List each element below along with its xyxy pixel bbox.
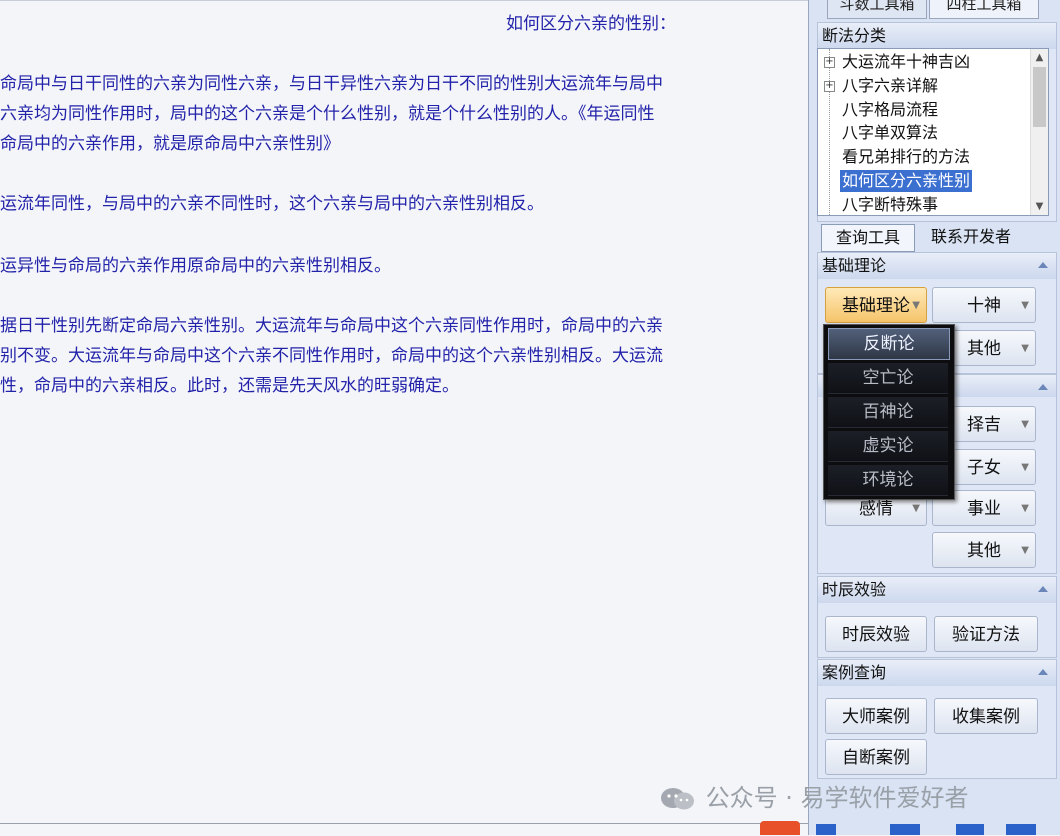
button-label: 其他 — [967, 541, 1001, 561]
button-label: 验证方法 — [952, 625, 1020, 645]
menu-item-kongwang[interactable]: 空亡论 — [828, 363, 948, 394]
dropdown-arrow-icon: ▼ — [1021, 419, 1029, 430]
button-label: 基础理论 — [842, 296, 910, 316]
jichu-header[interactable]: 基础理论 — [818, 253, 1056, 279]
tree-item-label: 八字单双算法 — [842, 123, 939, 142]
dropdown-arrow-icon: ▼ — [1021, 343, 1029, 354]
dropdown-arrow-icon: ▼ — [1021, 503, 1029, 514]
wechat-logo-icon — [658, 786, 698, 812]
jichu-theory-button[interactable]: 基础理论 ▼ — [825, 287, 927, 323]
dropdown-arrow-icon: ▼ — [1021, 300, 1029, 311]
expand-plus-icon[interactable]: + — [824, 57, 835, 68]
scroll-down-icon[interactable]: ▼ — [1031, 198, 1048, 215]
dropdown-arrow-icon: ▼ — [1021, 462, 1029, 473]
tree-item-label: 八字六亲详解 — [842, 76, 939, 95]
logo-blue-mark — [956, 824, 984, 835]
menu-item-huanjing[interactable]: 环境论 — [828, 465, 948, 496]
scroll-up-icon[interactable]: ▲ — [1031, 49, 1048, 66]
tree-item-label: 八字断特殊事 — [842, 195, 939, 214]
logo-blue-mark — [816, 824, 836, 835]
tree-item[interactable]: + 八字六亲详解 — [818, 75, 1028, 97]
tree-item-label: 如何区分六亲性别 — [840, 170, 973, 192]
yanzheng-method-button[interactable]: 验证方法 — [934, 616, 1038, 652]
content-line: 命局中的六亲作用，就是原命局中六亲性别》 — [0, 134, 340, 154]
scroll-thumb[interactable] — [1033, 67, 1046, 127]
self-cases-button[interactable]: 自断案例 — [825, 739, 927, 775]
tree-item[interactable]: 八字格局流程 — [818, 99, 1028, 121]
menu-item-xushi[interactable]: 虚实论 — [828, 431, 948, 462]
button-label: 自断案例 — [842, 748, 910, 768]
anli-header[interactable]: 案例查询 — [818, 660, 1056, 686]
content-line: 性，命局中的六亲相反。此时，还需是先天风水的旺弱确定。 — [0, 376, 459, 396]
tree-item-label: 大运流年十神吉凶 — [842, 52, 971, 71]
duanfa-header: 断法分类 — [818, 23, 1056, 49]
collapse-icon[interactable] — [1038, 262, 1048, 268]
duanfa-tree: + 大运流年十神吉凶 + 八字六亲详解 八字格局流程 八字单双算法 看兄弟排行的… — [817, 48, 1049, 216]
jichu-dropdown-menu: 反断论 空亡论 百神论 虚实论 环境论 — [823, 324, 955, 500]
watermark-text: 公众号 · 易学软件爱好者 — [705, 784, 969, 812]
content-line: 运流年同性，与局中的六亲不同性时，这个六亲与局中的六亲性别相反。 — [0, 194, 544, 214]
collapse-icon[interactable] — [1038, 586, 1048, 592]
button-label: 感情 — [859, 499, 893, 519]
tree-scrollbar[interactable]: ▲ ▼ — [1030, 49, 1048, 215]
collected-cases-button[interactable]: 收集案例 — [934, 698, 1038, 734]
content-title: 如何区分六亲的性别： — [506, 14, 676, 34]
button-label: 其他 — [967, 339, 1001, 359]
tree-item-label: 看兄弟排行的方法 — [842, 147, 971, 166]
button-label: 时辰效验 — [842, 625, 910, 645]
collapse-icon[interactable] — [1038, 384, 1048, 390]
logo-blue-mark — [890, 824, 920, 835]
button-label: 收集案例 — [952, 707, 1020, 727]
button-label: 择吉 — [967, 415, 1001, 435]
button-label: 事业 — [967, 499, 1001, 519]
shichen-header-label: 时辰效验 — [822, 580, 887, 599]
anli-header-label: 案例查询 — [822, 663, 887, 682]
content-line: 运异性与命局的六亲作用原命局中的六亲性别相反。 — [0, 256, 391, 276]
content-line: 六亲均为同性作用时，局中的这个六亲是个什么性别，就是个什么性别的人。《年运同性 — [0, 104, 655, 124]
divider — [0, 823, 808, 824]
content-line: 据日干性别先断定命局六亲性别。大运流年与命局中这个六亲同性作用时，命局中的六亲 — [0, 316, 663, 336]
tab-sizhu-toolbox[interactable]: 四柱工具箱 — [929, 0, 1039, 19]
jichu-header-label: 基础理论 — [822, 256, 887, 275]
button-label: 大师案例 — [842, 707, 910, 727]
tab-contact-developer[interactable]: 联系开发者 — [919, 224, 1023, 250]
tab-query-tools[interactable]: 查询工具 — [821, 224, 915, 252]
menu-item-baishen[interactable]: 百神论 — [828, 397, 948, 428]
tree-item[interactable]: 看兄弟排行的方法 — [818, 146, 1028, 168]
content-pane: 如何区分六亲的性别： 命局中与日干同性的六亲为同性六亲，与日干异性六亲为日干不同… — [0, 0, 808, 836]
content-line: 别不变。大运流年与命局中这个六亲不同性作用时，命局中的这个六亲性别相反。大运流 — [0, 346, 663, 366]
tree-item[interactable]: 八字单双算法 — [818, 122, 1028, 144]
tree-item[interactable]: 八字断特殊事 — [818, 194, 1028, 215]
menu-item-fanduan[interactable]: 反断论 — [828, 328, 950, 360]
expand-plus-icon[interactable]: + — [824, 81, 835, 92]
shishen-button[interactable]: 十神 ▼ — [932, 287, 1036, 323]
shichen-xiaoyan-button[interactable]: 时辰效验 — [825, 616, 927, 652]
tab-doushu-toolbox[interactable]: 斗数工具箱 — [827, 0, 927, 19]
collapse-icon[interactable] — [1038, 669, 1048, 675]
dropdown-arrow-icon: ▼ — [1021, 545, 1029, 556]
tree-item-selected[interactable]: 如何区分六亲性别 — [818, 170, 1028, 192]
master-cases-button[interactable]: 大师案例 — [825, 698, 927, 734]
section2-other-button[interactable]: 其他 ▼ — [932, 532, 1036, 568]
button-label: 子女 — [967, 458, 1001, 478]
logo-red-icon — [760, 821, 800, 835]
dropdown-arrow-icon: ▼ — [912, 300, 920, 311]
tree-item[interactable]: + 大运流年十神吉凶 — [818, 51, 1028, 73]
bottom-logo-strip — [756, 818, 1060, 835]
tree-item-label: 八字格局流程 — [842, 100, 939, 119]
watermark: 公众号 · 易学软件爱好者 — [658, 778, 969, 813]
duanfa-header-label: 断法分类 — [822, 26, 887, 45]
shichen-header[interactable]: 时辰效验 — [818, 577, 1056, 603]
content-line: 命局中与日干同性的六亲为同性六亲，与日干异性六亲为日干不同的性别大运流年与局中 — [0, 74, 663, 94]
logo-blue-mark — [1006, 824, 1036, 835]
button-label: 十神 — [967, 296, 1001, 316]
